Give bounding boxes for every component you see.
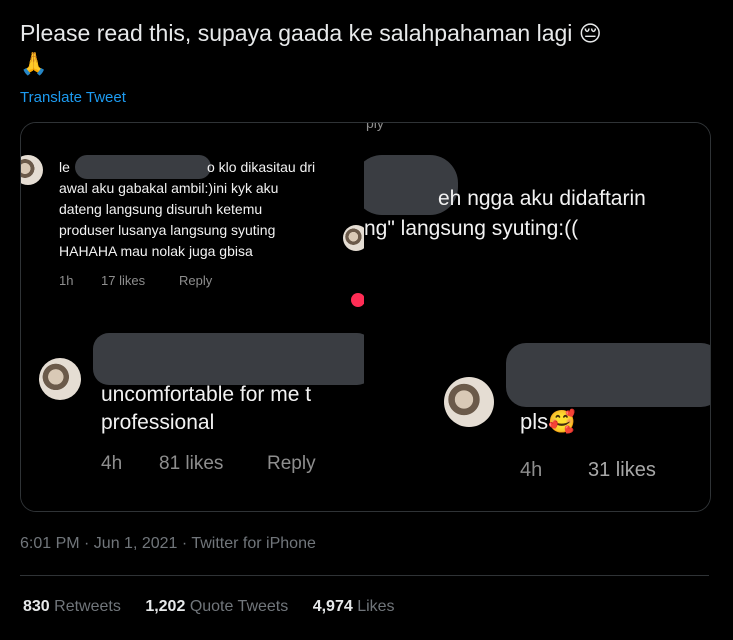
likes-stat[interactable]: 4,974 Likes — [313, 598, 395, 615]
comment-line: le — [59, 159, 70, 175]
pensive-emoji-icon: 😔 — [578, 21, 602, 46]
commenter-avatar — [39, 358, 81, 400]
tweet-timestamp[interactable]: 6:01 PM · Jun 1, 2021 · Twitter for iPho… — [20, 535, 316, 553]
comment-time: 4h — [520, 459, 543, 481]
comment-likes: 17 likes — [101, 273, 146, 288]
redacted-comment — [93, 333, 364, 385]
comment-time: 1h — [59, 273, 74, 288]
redacted-comment — [506, 343, 710, 407]
right-screenshot-panel: ply eh ngga aku didaftarin ng" langsung … — [364, 123, 710, 511]
comment-line: professional — [101, 411, 215, 434]
comment-line: eh ngga aku didaftarin — [438, 187, 646, 210]
comment-line: awal aku gabakal ambil:)ini kyk aku — [59, 180, 279, 196]
comment-time: 4h — [101, 453, 123, 474]
retweets-stat[interactable]: 830 Retweets — [23, 598, 121, 615]
commenter-avatar — [444, 377, 494, 427]
quote-tweets-label: Quote Tweets — [189, 598, 289, 615]
quote-tweets-stat[interactable]: 1,202 Quote Tweets — [145, 598, 288, 615]
comment-line: uncomfortable for me t — [101, 383, 312, 406]
cropped-label-fragment: ply — [366, 123, 384, 131]
notification-dot — [351, 293, 364, 307]
comment-line: ng" langsung syuting:(( — [364, 217, 579, 240]
comment-likes: 81 likes — [159, 453, 224, 474]
praying-hands-emoji-icon: 🙏 — [20, 51, 48, 76]
comment-line: produser lusanya langsung syuting — [59, 222, 276, 238]
comment-reply: Reply — [267, 453, 316, 474]
comment-line: HAHAHA mau nolak juga gbisa — [59, 243, 253, 259]
redacted-username — [75, 155, 211, 179]
translate-tweet-link[interactable]: Translate Tweet — [20, 89, 126, 106]
left-screenshot-panel: le o klo dikasitau dri awal aku gabakal … — [21, 123, 364, 511]
retweets-label: Retweets — [54, 598, 121, 615]
mini-avatar — [343, 225, 364, 251]
likes-count: 4,974 — [312, 598, 353, 615]
smiling-hearts-emoji-icon: 🥰 — [548, 409, 576, 434]
tweet-body: Please read this, supaya gaada ke salahp… — [20, 20, 573, 46]
comment-body: pls — [520, 409, 549, 434]
tweet-media-image[interactable]: le o klo dikasitau dri awal aku gabakal … — [20, 122, 711, 512]
comment-reply: Reply — [179, 273, 213, 288]
comment-line: dateng langsung disuruh ketemu — [59, 201, 263, 217]
comment-line: o klo dikasitau dri — [207, 159, 316, 175]
likes-label: Likes — [357, 598, 395, 615]
comment-likes: 31 likes — [588, 459, 656, 481]
retweets-count: 830 — [23, 598, 50, 615]
tweet-text: Please read this, supaya gaada ke salahp… — [20, 18, 710, 78]
comment-text: pls🥰 — [520, 409, 576, 435]
divider — [20, 575, 709, 576]
commenter-avatar — [21, 155, 43, 185]
engagement-stats: 830 Retweets 1,202 Quote Tweets 4,974 Li… — [23, 598, 415, 616]
quote-tweets-count: 1,202 — [145, 598, 186, 615]
